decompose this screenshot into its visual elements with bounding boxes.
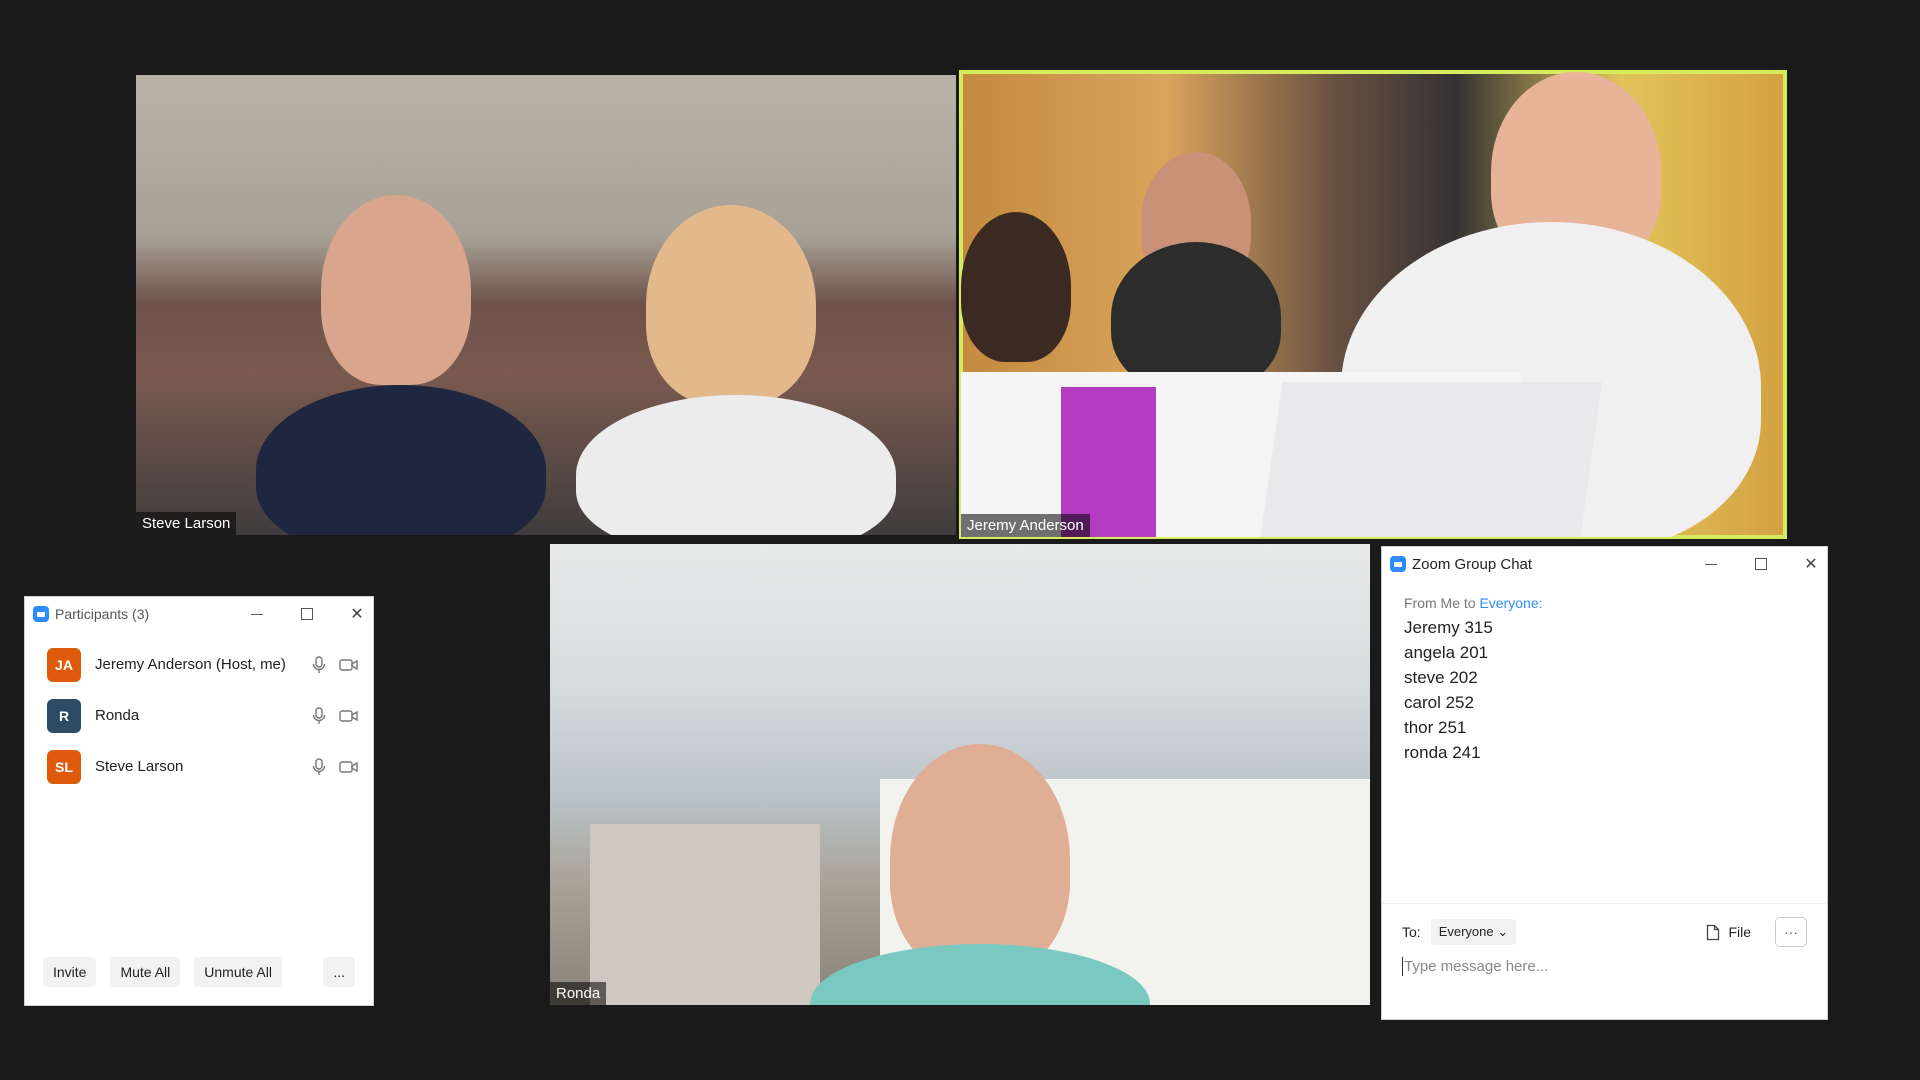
participant-video-figure <box>1111 242 1281 392</box>
microphone-icon[interactable] <box>309 757 329 777</box>
participant-video-figure <box>961 212 1071 362</box>
participant-list: JA Jeremy Anderson (Host, me) R Ronda SL… <box>25 639 373 792</box>
file-button[interactable]: File <box>1706 924 1751 941</box>
chat-more-button[interactable]: ··· <box>1775 917 1807 947</box>
chat-from-prefix: From Me to <box>1404 595 1480 611</box>
participants-titlebar[interactable]: Participants (3) ✕ <box>25 597 373 631</box>
participants-window: Participants (3) ✕ JA Jeremy Anderson (H… <box>24 596 374 1006</box>
chat-recipient: Everyone: <box>1479 595 1543 611</box>
minimize-icon[interactable] <box>1703 556 1719 572</box>
participants-title: Participants (3) <box>55 606 150 622</box>
maximize-icon[interactable] <box>1753 556 1769 572</box>
participant-video-figure <box>321 195 471 385</box>
tile-name-label: Jeremy Anderson <box>961 514 1090 537</box>
avatar: JA <box>47 647 81 682</box>
microphone-icon[interactable] <box>309 655 329 675</box>
chat-message-list: Jeremy 315 angela 201 steve 202 carol 25… <box>1382 615 1827 765</box>
file-label: File <box>1728 924 1751 940</box>
avatar: SL <box>47 749 81 784</box>
chat-message: carol 252 <box>1404 693 1474 712</box>
participants-footer: Invite Mute All Unmute All ... <box>25 957 373 987</box>
chat-divider <box>1382 903 1827 904</box>
file-icon <box>1707 924 1720 940</box>
mute-all-button[interactable]: Mute All <box>110 957 181 987</box>
video-camera-icon[interactable] <box>339 706 359 726</box>
participant-video-figure <box>890 744 1070 974</box>
video-tile-ronda[interactable]: Ronda <box>550 544 1370 1005</box>
participant-video-figure <box>646 205 816 405</box>
participant-name: Ronda <box>95 707 140 724</box>
minimize-icon[interactable] <box>249 606 265 622</box>
tile-name-label: Steve Larson <box>136 512 237 535</box>
chevron-down-icon: ⌄ <box>1497 924 1509 939</box>
chat-recipient-row: To: Everyone ⌄ File ··· <box>1402 917 1807 947</box>
tile-name-label: Ronda <box>550 982 607 1005</box>
zoom-logo-icon <box>1390 556 1406 572</box>
chat-title: Zoom Group Chat <box>1412 555 1533 573</box>
group-chat-window: Zoom Group Chat ✕ From Me to Everyone: J… <box>1381 546 1828 1020</box>
participant-row[interactable]: SL Steve Larson <box>25 741 373 792</box>
recipient-dropdown[interactable]: Everyone ⌄ <box>1430 919 1517 945</box>
to-label: To: <box>1402 924 1421 940</box>
chat-sender-line: From Me to Everyone: <box>1404 595 1827 611</box>
close-icon[interactable]: ✕ <box>1803 556 1819 573</box>
invite-button[interactable]: Invite <box>43 957 97 987</box>
maximize-icon[interactable] <box>299 606 315 622</box>
participant-row[interactable]: JA Jeremy Anderson (Host, me) <box>25 639 373 690</box>
chat-message: steve 202 <box>1404 668 1478 687</box>
unmute-all-button[interactable]: Unmute All <box>194 957 282 987</box>
video-tile-jeremy-anderson[interactable]: Jeremy Anderson <box>959 70 1787 539</box>
window-curtain <box>590 824 820 1005</box>
more-options-button[interactable]: ... <box>323 957 355 987</box>
chat-message: thor 251 <box>1404 718 1467 737</box>
participant-video-figure <box>256 385 546 535</box>
participant-name: Steve Larson <box>95 758 184 775</box>
chat-message: Jeremy 315 <box>1404 618 1493 637</box>
participant-video-figure <box>576 395 896 535</box>
chat-message-input[interactable] <box>1402 957 1807 976</box>
microphone-icon[interactable] <box>309 706 329 726</box>
chat-message: angela 201 <box>1404 643 1489 662</box>
chat-message: ronda 241 <box>1404 743 1481 762</box>
participant-name: Jeremy Anderson (Host, me) <box>95 656 286 673</box>
zoom-logo-icon <box>33 606 49 622</box>
participant-row[interactable]: R Ronda <box>25 690 373 741</box>
laptop <box>1259 382 1603 537</box>
avatar: R <box>47 698 81 733</box>
close-icon[interactable]: ✕ <box>349 606 365 623</box>
video-camera-icon[interactable] <box>339 757 359 777</box>
video-camera-icon[interactable] <box>339 655 359 675</box>
video-tile-steve-larson[interactable]: Steve Larson <box>136 75 956 535</box>
chat-titlebar[interactable]: Zoom Group Chat ✕ <box>1382 547 1827 581</box>
recipient-dropdown-value: Everyone <box>1438 924 1494 939</box>
